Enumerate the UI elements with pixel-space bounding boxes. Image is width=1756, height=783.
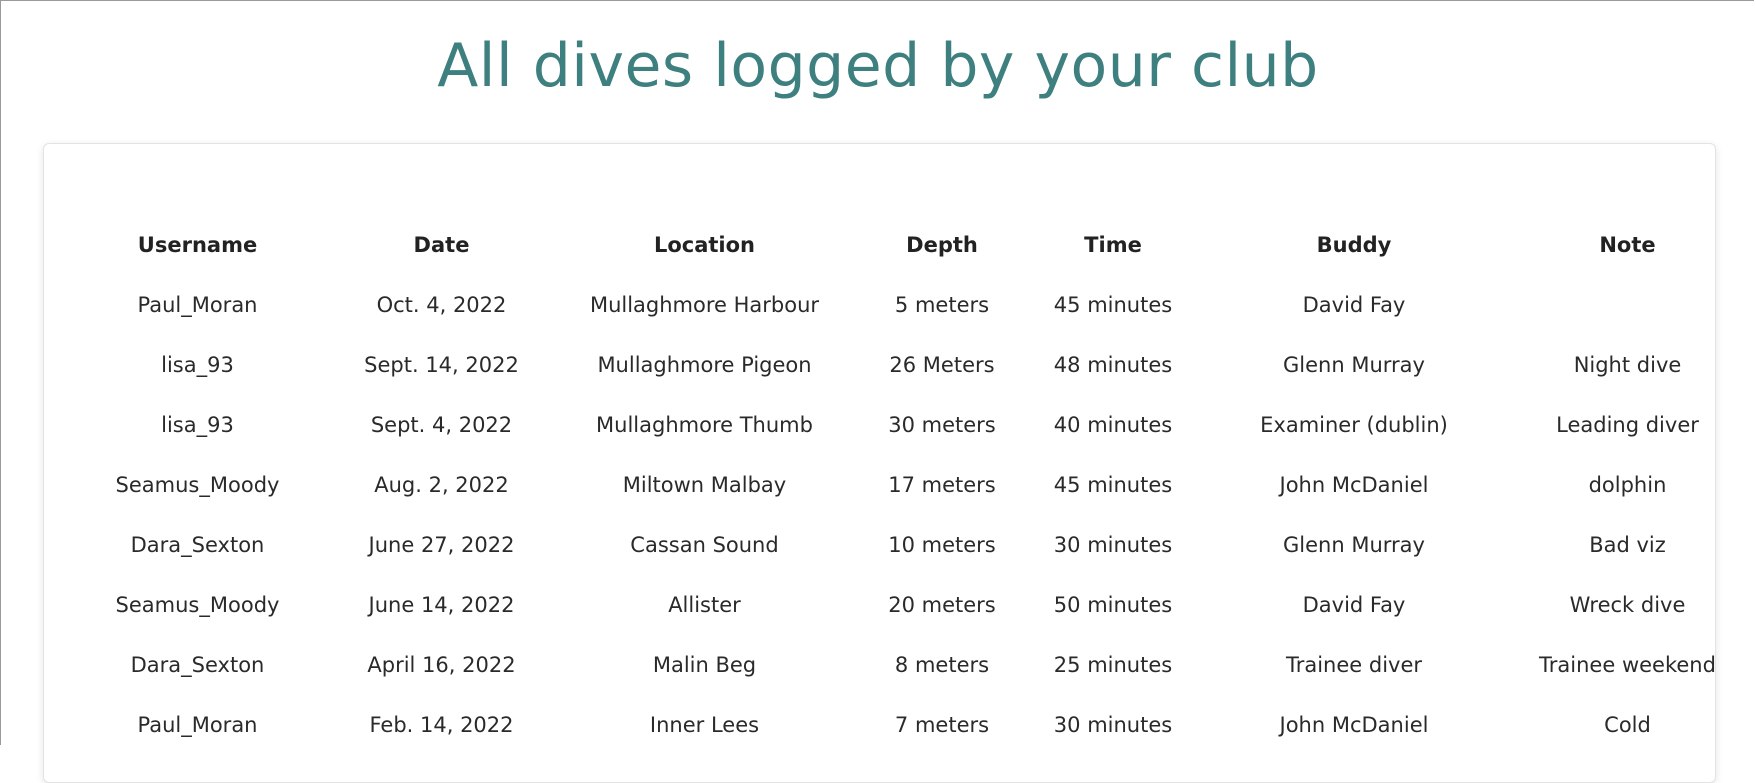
cell-location: Mullaghmore Thumb [596,413,813,437]
cell-depth: 17 meters [888,473,996,497]
cell-date: April 16, 2022 [367,653,516,677]
cell-username: Paul_Moran [137,293,258,317]
table-row: lisa_93 Sept. 4, 2022 Mullaghmore Thumb 30 … [65,395,1745,455]
cell-note: dolphin [1588,473,1667,497]
cell-location: Allister [668,593,741,617]
header-buddy: Buddy [1316,233,1392,257]
table-header-row: Username Date Location Depth Time Buddy … [65,215,1745,275]
cell-time: 25 minutes [1053,653,1173,677]
cell-depth: 10 meters [888,533,996,557]
table-row: Paul_Moran Oct. 4, 2022 Mullaghmore Harbou… [65,275,1745,335]
cell-date: Sept. 14, 2022 [364,353,519,377]
cell-date: June 27, 2022 [368,533,515,557]
cell-note: Cold [1604,713,1651,737]
cell-note: Bad viz [1589,533,1666,557]
cell-username: Paul_Moran [137,713,258,737]
cell-buddy: David Fay [1302,593,1406,617]
cell-time: 40 minutes [1053,413,1173,437]
cell-username: Dara_Sexton [130,533,265,557]
header-depth: Depth [906,233,978,257]
table-row: Seamus_Moody Aug. 2, 2022 Miltown Malbay 17… [65,455,1745,515]
cell-time: 45 minutes [1053,293,1173,317]
cell-note: Trainee weekend [1539,653,1716,677]
table-row: Paul_Moran Feb. 14, 2022 Inner Lees 7 meter… [65,695,1745,755]
table-row: Dara_Sexton June 27, 2022 Cassan Sound 10 m… [65,515,1745,575]
cell-location: Mullaghmore Harbour [589,293,820,317]
header-time: Time [1084,233,1142,257]
cell-depth: 8 meters [894,653,990,677]
cell-username: Seamus_Moody [115,473,280,497]
cell-time: 30 minutes [1053,533,1173,557]
cell-time: 50 minutes [1053,593,1173,617]
table-row: Seamus_Moody June 14, 2022 Allister 20 mete… [65,575,1745,635]
table-row: Dara_Sexton April 16, 2022 Malin Beg 8 mete… [65,635,1745,695]
cell-buddy: David Fay [1302,293,1406,317]
table-row: lisa_93 Sept. 14, 2022 Mullaghmore Pigeon 2… [65,335,1745,395]
cell-time: 48 minutes [1053,353,1173,377]
cell-note [1510,275,1745,335]
cell-buddy: John McDaniel [1279,713,1429,737]
cell-username: lisa_93 [161,413,234,437]
cell-date: Aug. 2, 2022 [374,473,509,497]
cell-date: Feb. 14, 2022 [369,713,514,737]
cell-depth: 30 meters [888,413,996,437]
header-note: Note [1599,233,1656,257]
cell-location: Inner Lees [649,713,760,737]
table-body: Paul_Moran Oct. 4, 2022 Mullaghmore Harbou… [65,275,1745,755]
cell-location: Mullaghmore Pigeon [597,353,812,377]
cell-note: Wreck dive [1569,593,1686,617]
cell-date: Sept. 4, 2022 [370,413,513,437]
cell-note: Night dive [1573,353,1682,377]
cell-buddy: Glenn Murray [1283,353,1425,377]
cell-buddy: Glenn Murray [1283,533,1425,557]
cell-buddy: John McDaniel [1279,473,1429,497]
cell-date: June 14, 2022 [368,593,515,617]
cell-location: Cassan Sound [630,533,779,557]
cell-location: Miltown Malbay [622,473,787,497]
dives-table: Username Date Location Depth Time Buddy … [65,215,1745,755]
cell-depth: 5 meters [894,293,990,317]
cell-location: Malin Beg [652,653,757,677]
header-username: Username [137,233,258,257]
cell-depth: 20 meters [888,593,996,617]
header-date: Date [413,233,470,257]
cell-depth: 26 Meters [889,353,995,377]
cell-username: Seamus_Moody [115,593,280,617]
cell-username: Dara_Sexton [130,653,265,677]
cell-time: 30 minutes [1053,713,1173,737]
header-location: Location [653,233,756,257]
cell-username: lisa_93 [161,353,234,377]
cell-date: Oct. 4, 2022 [376,293,507,317]
cell-time: 45 minutes [1053,473,1173,497]
cell-note: Leading diver [1556,413,1699,437]
cell-depth: 7 meters [894,713,990,737]
cell-buddy: Trainee diver [1285,653,1423,677]
page-title: All dives logged by your club [437,31,1319,101]
cell-buddy: Examiner (dublin) [1260,413,1448,437]
